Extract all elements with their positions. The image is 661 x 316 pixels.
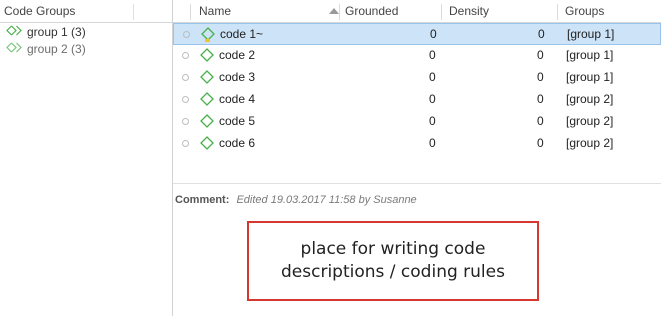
code-groups: [group 1] bbox=[566, 70, 614, 84]
code-group-label: group 1 (3) bbox=[27, 24, 86, 39]
code-icon bbox=[199, 113, 217, 134]
code-grounded: 0 bbox=[429, 136, 436, 150]
code-name: code 6 bbox=[219, 136, 256, 150]
code-groups: [group 2] bbox=[566, 136, 614, 150]
code-group-icon bbox=[6, 25, 22, 39]
code-density: 0 bbox=[537, 114, 544, 128]
code-group-label: group 2 (3) bbox=[27, 41, 86, 56]
comment-text: Edited 19.03.2017 11:58 by Susanne bbox=[236, 194, 417, 206]
sort-ascending-icon bbox=[329, 8, 339, 14]
row-status-dot bbox=[182, 140, 189, 147]
code-density: 0 bbox=[537, 92, 544, 106]
code-groups: [group 2] bbox=[566, 114, 614, 128]
row-status-dot bbox=[183, 31, 190, 38]
code-grounded: 0 bbox=[429, 92, 436, 106]
code-grounded: 0 bbox=[429, 114, 436, 128]
code-icon bbox=[200, 26, 218, 47]
header-separator bbox=[133, 4, 134, 20]
code-groups-header[interactable]: Code Groups bbox=[0, 0, 172, 23]
table-row[interactable]: code 1~ 0 0 [group 1] bbox=[173, 23, 661, 45]
code-name: code 3 bbox=[219, 70, 256, 84]
code-name: code 5 bbox=[219, 114, 256, 128]
row-status-dot bbox=[182, 52, 189, 59]
annotation-line-1: place for writing code bbox=[300, 239, 486, 259]
comment-editor-annotation[interactable]: place for writing code descriptions / co… bbox=[247, 221, 539, 301]
column-header-density[interactable]: Density bbox=[449, 0, 489, 22]
column-header-name[interactable]: Name bbox=[199, 0, 231, 22]
code-group-item-2[interactable]: group 2 (3) bbox=[0, 40, 172, 57]
table-row[interactable]: code 5 0 0 [group 2] bbox=[173, 111, 661, 133]
row-status-dot bbox=[182, 74, 189, 81]
code-name: code 1~ bbox=[220, 27, 264, 41]
code-groups: [group 2] bbox=[566, 92, 614, 106]
table-row[interactable]: code 2 0 0 [group 1] bbox=[173, 45, 661, 67]
code-name: code 4 bbox=[219, 92, 256, 106]
code-density: 0 bbox=[538, 27, 545, 41]
table-row[interactable]: code 6 0 0 [group 2] bbox=[173, 133, 661, 155]
code-group-item-1[interactable]: group 1 (3) bbox=[0, 23, 172, 40]
code-icon bbox=[199, 47, 217, 68]
column-header-grounded[interactable]: Grounded bbox=[345, 0, 398, 22]
row-status-dot bbox=[182, 118, 189, 125]
code-icon bbox=[199, 69, 217, 90]
code-grounded: 0 bbox=[429, 48, 436, 62]
code-density: 0 bbox=[537, 48, 544, 62]
code-grounded: 0 bbox=[430, 27, 437, 41]
column-header-groups[interactable]: Groups bbox=[565, 0, 604, 22]
code-grounded: 0 bbox=[429, 70, 436, 84]
table-row[interactable]: code 4 0 0 [group 2] bbox=[173, 89, 661, 111]
row-status-dot bbox=[182, 96, 189, 103]
codes-table-header: Name Grounded Density Groups bbox=[173, 0, 661, 23]
column-separator[interactable] bbox=[190, 4, 191, 20]
annotation-line-2: descriptions / coding rules bbox=[281, 262, 505, 282]
comment-flag-icon bbox=[205, 39, 210, 42]
code-groups-header-label: Code Groups bbox=[4, 4, 76, 18]
code-density: 0 bbox=[537, 70, 544, 84]
comment-divider[interactable] bbox=[173, 183, 661, 184]
code-name: code 2 bbox=[219, 48, 256, 62]
code-group-icon bbox=[6, 42, 22, 56]
codes-panel: Name Grounded Density Groups code 1~ 0 0… bbox=[173, 0, 661, 316]
code-icon bbox=[199, 91, 217, 112]
column-separator[interactable] bbox=[441, 4, 442, 20]
comment-label: Comment: bbox=[175, 194, 230, 206]
column-separator[interactable] bbox=[557, 4, 558, 20]
code-groups: [group 1] bbox=[567, 27, 615, 41]
code-groups: [group 1] bbox=[566, 48, 614, 62]
code-icon bbox=[199, 135, 217, 156]
code-groups-panel: Code Groups group 1 (3) group 2 (3) bbox=[0, 0, 172, 316]
code-density: 0 bbox=[537, 136, 544, 150]
table-row[interactable]: code 3 0 0 [group 1] bbox=[173, 67, 661, 89]
comment-line: Comment: Edited 19.03.2017 11:58 by Susa… bbox=[175, 194, 417, 206]
column-separator[interactable] bbox=[339, 4, 340, 20]
